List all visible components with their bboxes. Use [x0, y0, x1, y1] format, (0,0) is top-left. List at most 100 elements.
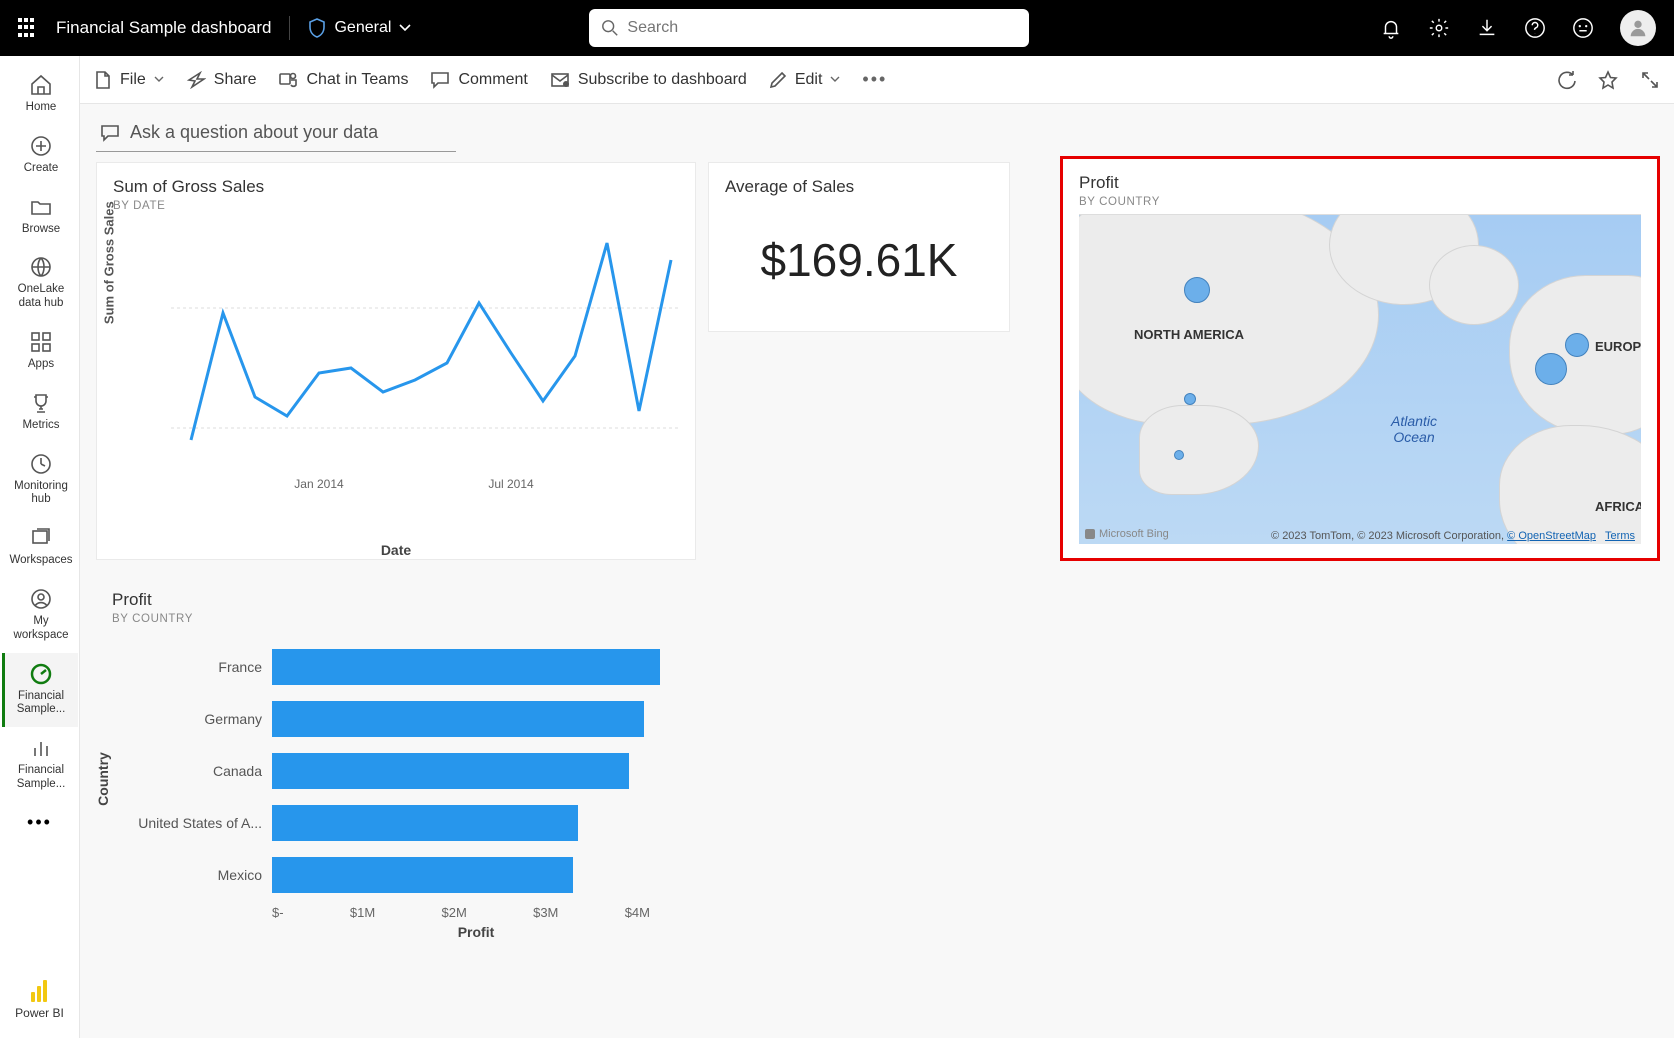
- toolbar-label: Comment: [458, 71, 527, 89]
- separator: [289, 16, 290, 40]
- map-bubble-germany[interactable]: [1565, 333, 1589, 357]
- nav-monitoring[interactable]: Monitoring hub: [2, 443, 78, 518]
- comment-icon: [100, 124, 120, 142]
- bar-row[interactable]: Germany: [112, 697, 680, 741]
- qa-placeholder: Ask a question about your data: [130, 122, 378, 143]
- help-icon[interactable]: [1524, 17, 1546, 39]
- plus-circle-icon: [29, 134, 53, 158]
- share-button[interactable]: Share: [186, 71, 257, 89]
- bar-fill: [272, 649, 660, 685]
- svg-text:Jul 2014: Jul 2014: [488, 477, 534, 491]
- fullscreen-button[interactable]: [1640, 70, 1660, 90]
- nav-browse[interactable]: Browse: [2, 186, 78, 247]
- map-label: AFRICA: [1595, 499, 1641, 514]
- nav-label: Home: [26, 101, 57, 115]
- x-tick: $3M: [533, 905, 558, 920]
- download-icon[interactable]: [1476, 17, 1498, 39]
- apps-icon: [29, 330, 53, 354]
- tile-average-sales-kpi[interactable]: Average of Sales $169.61K: [708, 162, 1010, 332]
- nav-financial-sample-report[interactable]: Financial Sample...: [2, 727, 78, 802]
- trophy-icon: [29, 391, 53, 415]
- edit-menu[interactable]: Edit: [769, 71, 841, 89]
- user-avatar[interactable]: [1620, 10, 1656, 46]
- nav-onelake[interactable]: OneLake data hub: [2, 246, 78, 321]
- refresh-button[interactable]: [1556, 70, 1576, 90]
- bar-row[interactable]: United States of A...: [112, 801, 680, 845]
- osm-link[interactable]: © OpenStreetMap: [1507, 530, 1596, 542]
- notifications-icon[interactable]: [1380, 17, 1402, 39]
- map-bubble-mexico[interactable]: [1174, 450, 1184, 460]
- nav-create[interactable]: Create: [2, 125, 78, 186]
- nav-label: OneLake data hub: [7, 283, 76, 311]
- tile-title: Average of Sales: [725, 177, 993, 197]
- bar-row[interactable]: Mexico: [112, 853, 680, 897]
- tile-profit-bar[interactable]: Profit BY COUNTRY Country FranceGermanyC…: [96, 576, 696, 976]
- subscribe-button[interactable]: Subscribe to dashboard: [550, 71, 747, 89]
- line-chart: Sum of Gross Sales $10M $5M Jan 2014 Jul…: [113, 218, 679, 538]
- star-icon: [1598, 70, 1618, 90]
- map-bubble-canada[interactable]: [1184, 277, 1210, 303]
- nav-label: Apps: [28, 358, 54, 372]
- chat-teams-button[interactable]: Chat in Teams: [278, 70, 408, 90]
- home-icon: [29, 73, 53, 97]
- toolbar-label: Subscribe to dashboard: [578, 71, 747, 89]
- nav-workspaces[interactable]: Workspaces: [2, 517, 78, 578]
- more-options-button[interactable]: •••: [862, 69, 887, 90]
- sensitivity-label[interactable]: General: [308, 18, 411, 38]
- nav-label: Financial Sample...: [7, 690, 76, 718]
- favorite-button[interactable]: [1598, 70, 1618, 90]
- share-icon: [186, 71, 206, 89]
- chevron-down-icon: [830, 76, 840, 83]
- content-area: File Share Chat in Teams Comment Subscri…: [80, 56, 1674, 1038]
- x-tick: $1M: [350, 905, 375, 920]
- search-input-container[interactable]: [589, 9, 1029, 47]
- bar-row[interactable]: France: [112, 645, 680, 689]
- nav-apps[interactable]: Apps: [2, 321, 78, 382]
- left-nav: Home Create Browse OneLake data hub Apps…: [0, 56, 80, 1038]
- toolbar-label: Edit: [795, 71, 823, 89]
- shield-icon: [308, 18, 326, 38]
- qa-input[interactable]: Ask a question about your data: [96, 118, 456, 152]
- feedback-icon[interactable]: [1572, 17, 1594, 39]
- person-icon: [1627, 17, 1649, 39]
- nav-home[interactable]: Home: [2, 64, 78, 125]
- y-axis-title: Sum of Gross Sales: [102, 201, 117, 324]
- toolbar-label: Share: [214, 71, 257, 89]
- bar-chart: Country FranceGermanyCanadaUnited States…: [112, 645, 680, 945]
- comment-button[interactable]: Comment: [430, 71, 527, 89]
- tile-gross-sales-line[interactable]: Sum of Gross Sales BY DATE Sum of Gross …: [96, 162, 696, 560]
- folder-icon: [29, 195, 53, 219]
- file-menu[interactable]: File: [94, 70, 164, 90]
- bing-attribution: Microsoft Bing: [1085, 528, 1169, 540]
- toolbar-label: Chat in Teams: [306, 71, 408, 89]
- nav-more[interactable]: •••: [27, 802, 52, 843]
- tile-subtitle: BY COUNTRY: [1079, 196, 1641, 208]
- nav-label: My workspace: [7, 615, 76, 643]
- map-attribution: © 2023 TomTom, © 2023 Microsoft Corporat…: [1271, 530, 1635, 542]
- refresh-icon: [1556, 70, 1576, 90]
- bar-chart-icon: [29, 736, 53, 760]
- tile-subtitle: BY COUNTRY: [112, 613, 680, 625]
- map-bubble-usa[interactable]: [1184, 393, 1196, 405]
- app-launcher-icon[interactable]: [18, 18, 38, 38]
- nav-metrics[interactable]: Metrics: [2, 382, 78, 443]
- chevron-down-icon: [399, 24, 411, 32]
- settings-icon[interactable]: [1428, 17, 1450, 39]
- pencil-icon: [769, 71, 787, 89]
- map-bubble-france[interactable]: [1535, 353, 1567, 385]
- page-title: Financial Sample dashboard: [56, 18, 271, 38]
- nav-powerbi[interactable]: Power BI: [15, 964, 64, 1038]
- bar-category-label: Germany: [112, 711, 272, 727]
- nav-financial-sample-dashboard[interactable]: Financial Sample...: [2, 653, 78, 728]
- svg-text:Jan 2014: Jan 2014: [294, 477, 344, 491]
- comment-icon: [430, 71, 450, 89]
- tile-profit-map[interactable]: Profit BY COUNTRY NORTH AMERIC: [1060, 156, 1660, 561]
- bar-fill: [272, 701, 644, 737]
- map-ocean-label: Atlantic Ocean: [1369, 413, 1459, 445]
- nav-my-workspace[interactable]: My workspace: [2, 578, 78, 653]
- bar-fill: [272, 805, 578, 841]
- search-input[interactable]: [627, 19, 1017, 37]
- globe-icon: [29, 255, 53, 279]
- bar-row[interactable]: Canada: [112, 749, 680, 793]
- terms-link[interactable]: Terms: [1605, 530, 1635, 542]
